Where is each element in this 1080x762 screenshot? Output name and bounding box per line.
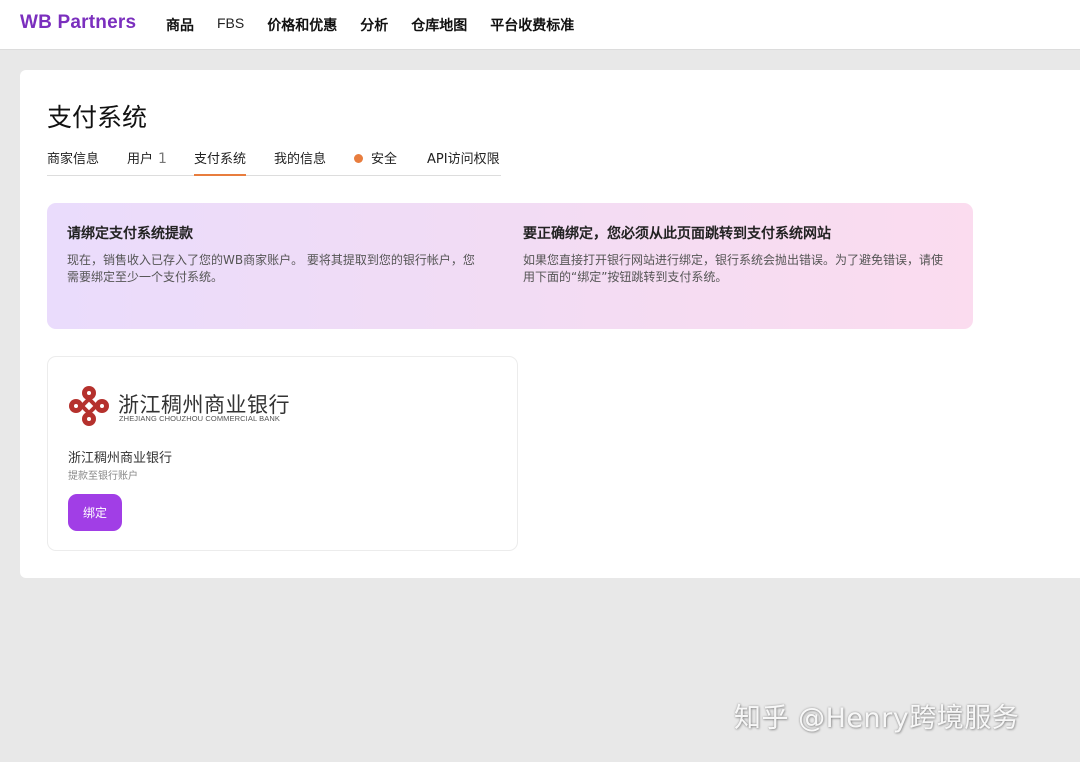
tab-api-access-label: API访问权限	[427, 152, 500, 167]
nav-item-prices[interactable]: 价格和优惠	[267, 15, 337, 35]
banner-right: 要正确绑定，您必须从此页面跳转到支付系统网站 如果您直接打开银行网站进行绑定，银…	[523, 223, 947, 286]
tab-my-info[interactable]: 我的信息	[274, 148, 326, 176]
settings-tabs: 商家信息 用户 1 支付系统 我的信息 安全 API访问权限	[47, 146, 501, 176]
nav-item-warehouse-map[interactable]: 仓库地图	[411, 15, 467, 35]
nav-item-fbs[interactable]: FBS	[217, 15, 244, 35]
page-title: 支付系统	[47, 103, 148, 132]
banner-left-text: 现在，销售收入已存入了您的WB商家账户。 要将其提取到您的银行帐户，您需要绑定至…	[67, 253, 475, 284]
main-nav: 商品 FBS 价格和优惠 分析 仓库地图 平台收费标准	[166, 15, 597, 35]
tab-payment-system[interactable]: 支付系统	[194, 148, 247, 176]
tab-merchant-info-label: 商家信息	[47, 152, 100, 167]
tab-api-access[interactable]: API访问权限	[427, 148, 500, 176]
main-panel: 支付系统 商家信息 用户 1 支付系统 我的信息 安全 API访问权限 请绑定支付…	[20, 70, 1080, 578]
tab-users-label: 用户	[127, 152, 154, 167]
nav-item-analytics[interactable]: 分析	[360, 15, 388, 35]
chouzhou-bank-logo-icon	[69, 386, 109, 426]
tab-security-label: 安全	[371, 152, 398, 167]
nav-item-fees[interactable]: 平台收费标准	[490, 15, 574, 35]
bank-name: 浙江稠州商业银行	[68, 451, 173, 466]
info-banner: 请绑定支付系统提款 现在，销售收入已存入了您的WB商家账户。 要将其提取到您的银…	[47, 203, 973, 329]
banner-left: 请绑定支付系统提款 现在，销售收入已存入了您的WB商家账户。 要将其提取到您的银…	[67, 223, 477, 286]
bank-subtitle: 提款至银行账户	[68, 471, 138, 482]
brand-logo[interactable]: WB Partners	[20, 12, 136, 34]
orange-dot-icon	[354, 154, 363, 163]
tab-my-info-label: 我的信息	[274, 152, 327, 167]
tab-payment-system-label: 支付系统	[194, 152, 247, 167]
bind-button[interactable]: 绑定	[68, 494, 122, 531]
watermark: 知乎 @Henry跨境服务	[734, 703, 1020, 734]
tab-users-count: 1	[158, 151, 167, 167]
tab-users[interactable]: 用户 1	[127, 148, 167, 176]
banner-right-title: 要正确绑定，您必须从此页面跳转到支付系统网站	[523, 226, 831, 242]
banner-left-title: 请绑定支付系统提款	[67, 226, 193, 242]
tab-merchant-info[interactable]: 商家信息	[47, 148, 99, 176]
tab-security[interactable]: 安全	[354, 148, 397, 176]
bank-logo-english: ZHEJIANG CHOUZHOU COMMERCIAL BANK	[119, 414, 280, 423]
top-navigation: WB Partners 商品 FBS 价格和优惠 分析 仓库地图 平台收费标准	[0, 0, 1080, 50]
banner-right-text: 如果您直接打开银行网站进行绑定，银行系统会抛出错误。为了避免错误，请使用下面的“…	[523, 253, 944, 284]
nav-item-products[interactable]: 商品	[166, 15, 194, 35]
bank-card: 浙江稠州商业银行 ZHEJIANG CHOUZHOU COMMERCIAL BA…	[47, 356, 518, 551]
